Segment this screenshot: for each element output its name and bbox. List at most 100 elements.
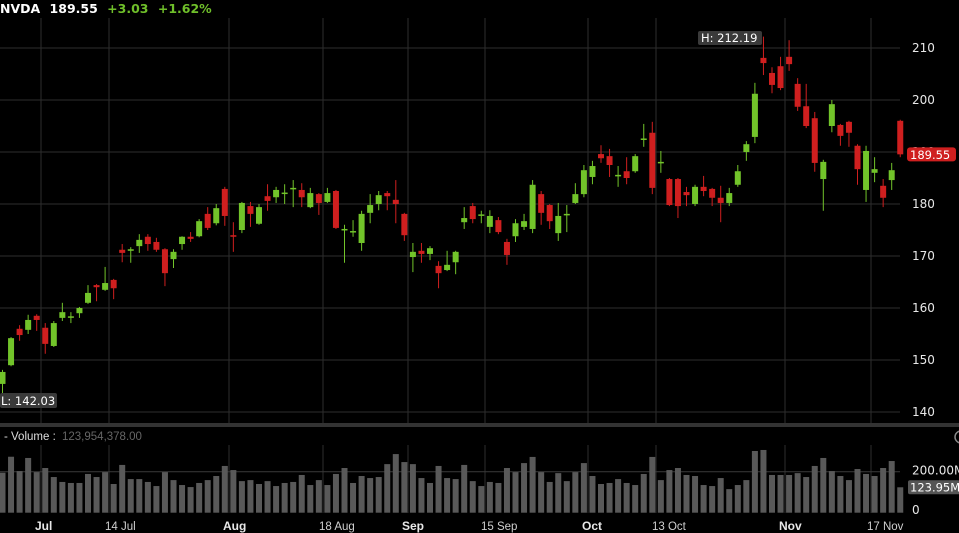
candle-down [161, 249, 168, 274]
date-tick-label: 13 Oct [652, 521, 687, 533]
candle-up [273, 189, 280, 198]
date-tick-label: 18 Aug [319, 521, 355, 533]
volume-bar [495, 482, 502, 513]
volume-bar [871, 476, 878, 513]
volume-bar [606, 482, 613, 513]
volume-bar [572, 472, 579, 513]
candle-up [521, 221, 528, 227]
volume-bar [649, 456, 656, 513]
candle-down [392, 199, 399, 204]
candle-up [563, 213, 570, 216]
candle-down [495, 220, 502, 233]
candle-up [452, 251, 459, 263]
volume-bar [538, 472, 545, 513]
volume-bar [580, 463, 587, 513]
volume-bar [615, 479, 622, 513]
volume-bar [67, 482, 74, 513]
candle-up [358, 213, 365, 243]
candle-down [786, 56, 793, 65]
candle-down [401, 213, 408, 236]
volume-bar [734, 485, 741, 513]
candle-up [555, 215, 562, 234]
candle-down [769, 72, 775, 85]
volume-bar [196, 482, 203, 513]
volume-bar [409, 464, 416, 513]
candle-up [50, 323, 57, 346]
candle-down [315, 194, 322, 203]
candle-up [657, 161, 664, 164]
date-tick-label: Aug [223, 519, 246, 533]
candle-up [238, 202, 245, 230]
settings-icon[interactable] [954, 430, 959, 444]
candle-up [615, 174, 622, 177]
candle-up [213, 208, 220, 224]
date-tick-label: Sep [402, 519, 424, 533]
candle-up [589, 166, 596, 177]
volume-bar [888, 461, 895, 513]
date-tick-label: 15 Sep [481, 521, 517, 533]
volume-bar [16, 471, 23, 513]
candle-down [298, 189, 305, 198]
volume-bar [298, 474, 305, 513]
candle-down [606, 156, 613, 165]
volume-bar [42, 468, 49, 513]
candle-up [367, 205, 374, 213]
volume-bar [435, 465, 442, 513]
candle-up [743, 144, 750, 152]
candle-up [427, 248, 433, 254]
volume-bar [384, 464, 391, 513]
candle-down [435, 265, 442, 274]
volume-bar [281, 482, 288, 513]
price-tick-label: 180 [912, 197, 935, 211]
candle-up [461, 218, 468, 223]
candle-up [350, 231, 357, 233]
candle-down [110, 279, 117, 289]
volume-bar [503, 468, 510, 513]
candle-up [102, 283, 109, 290]
candle-up [888, 170, 895, 181]
volume-bar [854, 469, 861, 513]
candle-down [674, 179, 681, 207]
candle-up [444, 264, 451, 271]
volume-last-tag: 123.95M [910, 480, 959, 494]
volume-bar [230, 470, 237, 513]
volume-bar [247, 480, 254, 513]
volume-bar [452, 479, 459, 513]
volume-bar [828, 471, 835, 513]
candle-up [486, 215, 493, 227]
candle-up [341, 228, 348, 231]
volume-bar [820, 457, 827, 513]
volume-bar [50, 477, 57, 513]
volume-bar [709, 486, 716, 513]
volume-bar [837, 476, 844, 513]
volume-bar [127, 479, 134, 513]
volume-value: 123,954,378.00 [62, 431, 142, 443]
candlestick-chart[interactable]: 140150160170180190200210 - Volume : 123,… [0, 0, 959, 533]
candle-down [264, 196, 271, 201]
candle-up [0, 371, 6, 384]
low-label: L: 142.03 [1, 394, 55, 408]
volume-bar [863, 473, 870, 513]
volume-bar [760, 449, 767, 513]
candle-up [478, 214, 485, 216]
volume-bar [555, 473, 562, 513]
candle-down [897, 120, 904, 155]
volume-bar [427, 482, 433, 513]
volume-bar [76, 482, 83, 513]
volume-bar [521, 463, 528, 513]
volume-bar [692, 476, 699, 513]
volume-bar [469, 481, 476, 513]
price-tick-label: 150 [912, 353, 935, 367]
candle-up [67, 316, 74, 318]
candle-down [503, 241, 510, 255]
candle-down [811, 118, 818, 163]
candle-up [59, 312, 66, 318]
volume-bar [461, 464, 468, 513]
volume-axis: 200.00M 0 123.95M [908, 464, 959, 517]
candle-down [16, 328, 23, 336]
volume-bar [392, 454, 399, 513]
volume-bar [315, 480, 322, 513]
pane-separator[interactable] [0, 423, 959, 427]
candle-up [290, 187, 297, 190]
candle-down [332, 191, 339, 228]
